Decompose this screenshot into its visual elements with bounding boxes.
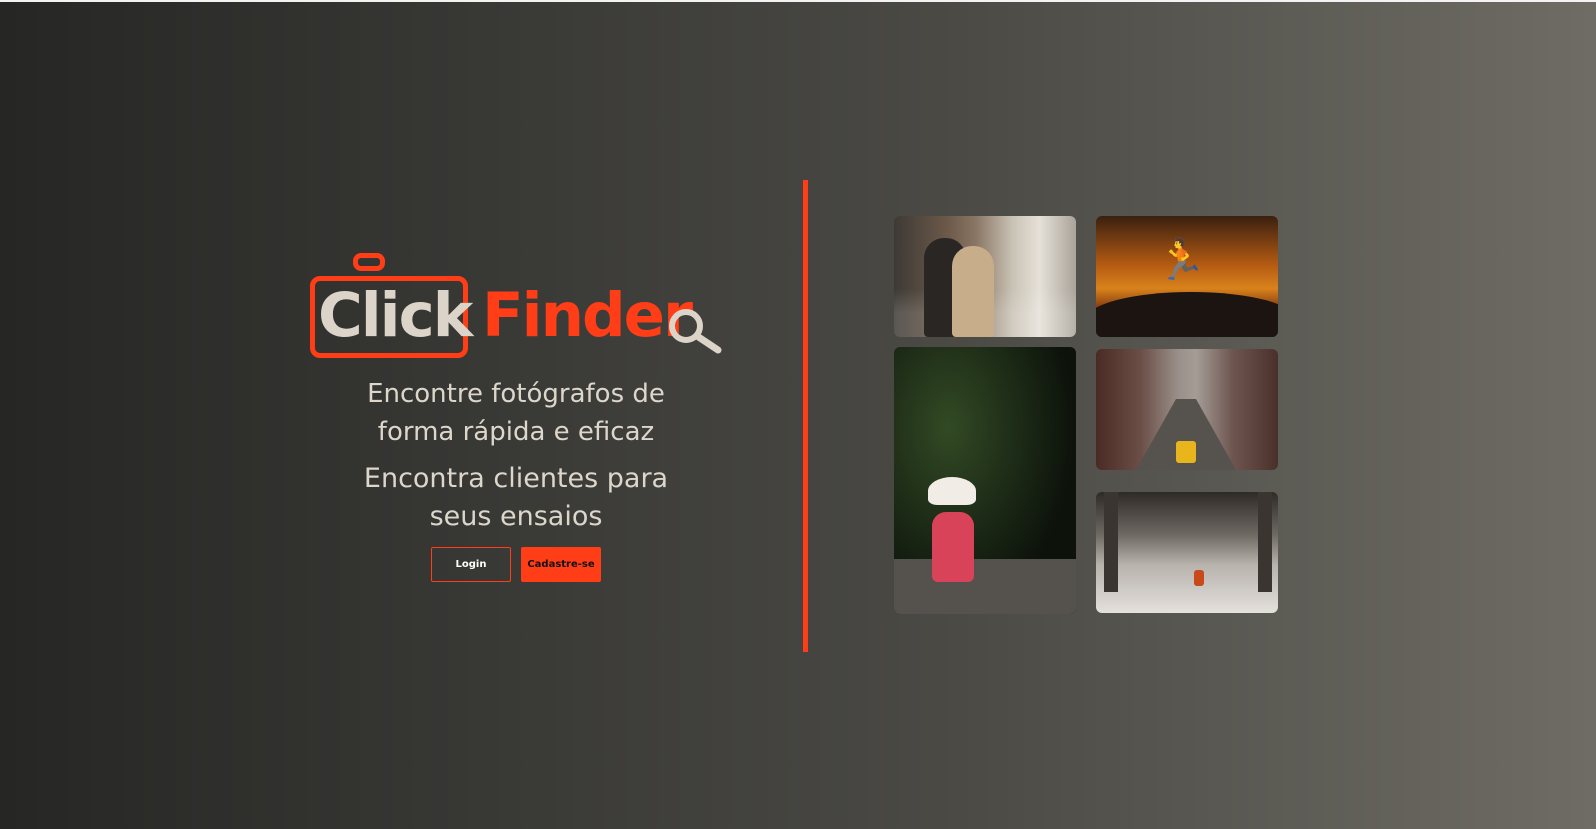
tagline-line2: forma rápida e eficaz xyxy=(377,417,655,447)
login-button[interactable]: Login xyxy=(431,547,511,582)
tree-trunk xyxy=(1104,492,1118,592)
person-figure xyxy=(952,246,994,337)
dress-shape xyxy=(932,512,974,582)
person-figure xyxy=(1194,570,1204,586)
subtagline-line2: seus ensaios xyxy=(429,501,603,532)
runner-icon: 🏃 xyxy=(1156,238,1206,282)
subtagline: Encontra clientes para seus ensaios xyxy=(316,460,716,536)
photo-girl-red-dress xyxy=(894,347,1076,614)
photo-snow-temple xyxy=(1096,492,1278,613)
hat-shape xyxy=(928,477,976,505)
tagline-line1: Encontre fotógrafos de xyxy=(367,379,665,409)
logo: Click Finder xyxy=(300,248,722,363)
photo-city-traffic xyxy=(1096,349,1278,470)
top-strip xyxy=(0,0,1596,2)
subtagline-line1: Encontra clientes para xyxy=(363,463,669,494)
signup-button[interactable]: Cadastre-se xyxy=(521,547,601,582)
vertical-divider xyxy=(803,180,808,652)
tree-trunk xyxy=(1258,492,1272,592)
photo-couple-market xyxy=(894,216,1076,337)
camera-top-icon xyxy=(353,253,385,271)
taxi-shape xyxy=(1176,441,1196,463)
logo-click-text: Click xyxy=(318,280,473,351)
tagline: Encontre fotógrafos de forma rápida e ef… xyxy=(316,375,716,451)
magnifier-icon xyxy=(669,309,722,354)
photo-jump-sunset: 🏃 xyxy=(1096,216,1278,337)
logo-finder-text: Finder xyxy=(482,280,693,351)
hill-silhouette xyxy=(1096,292,1278,337)
road xyxy=(894,559,1076,614)
